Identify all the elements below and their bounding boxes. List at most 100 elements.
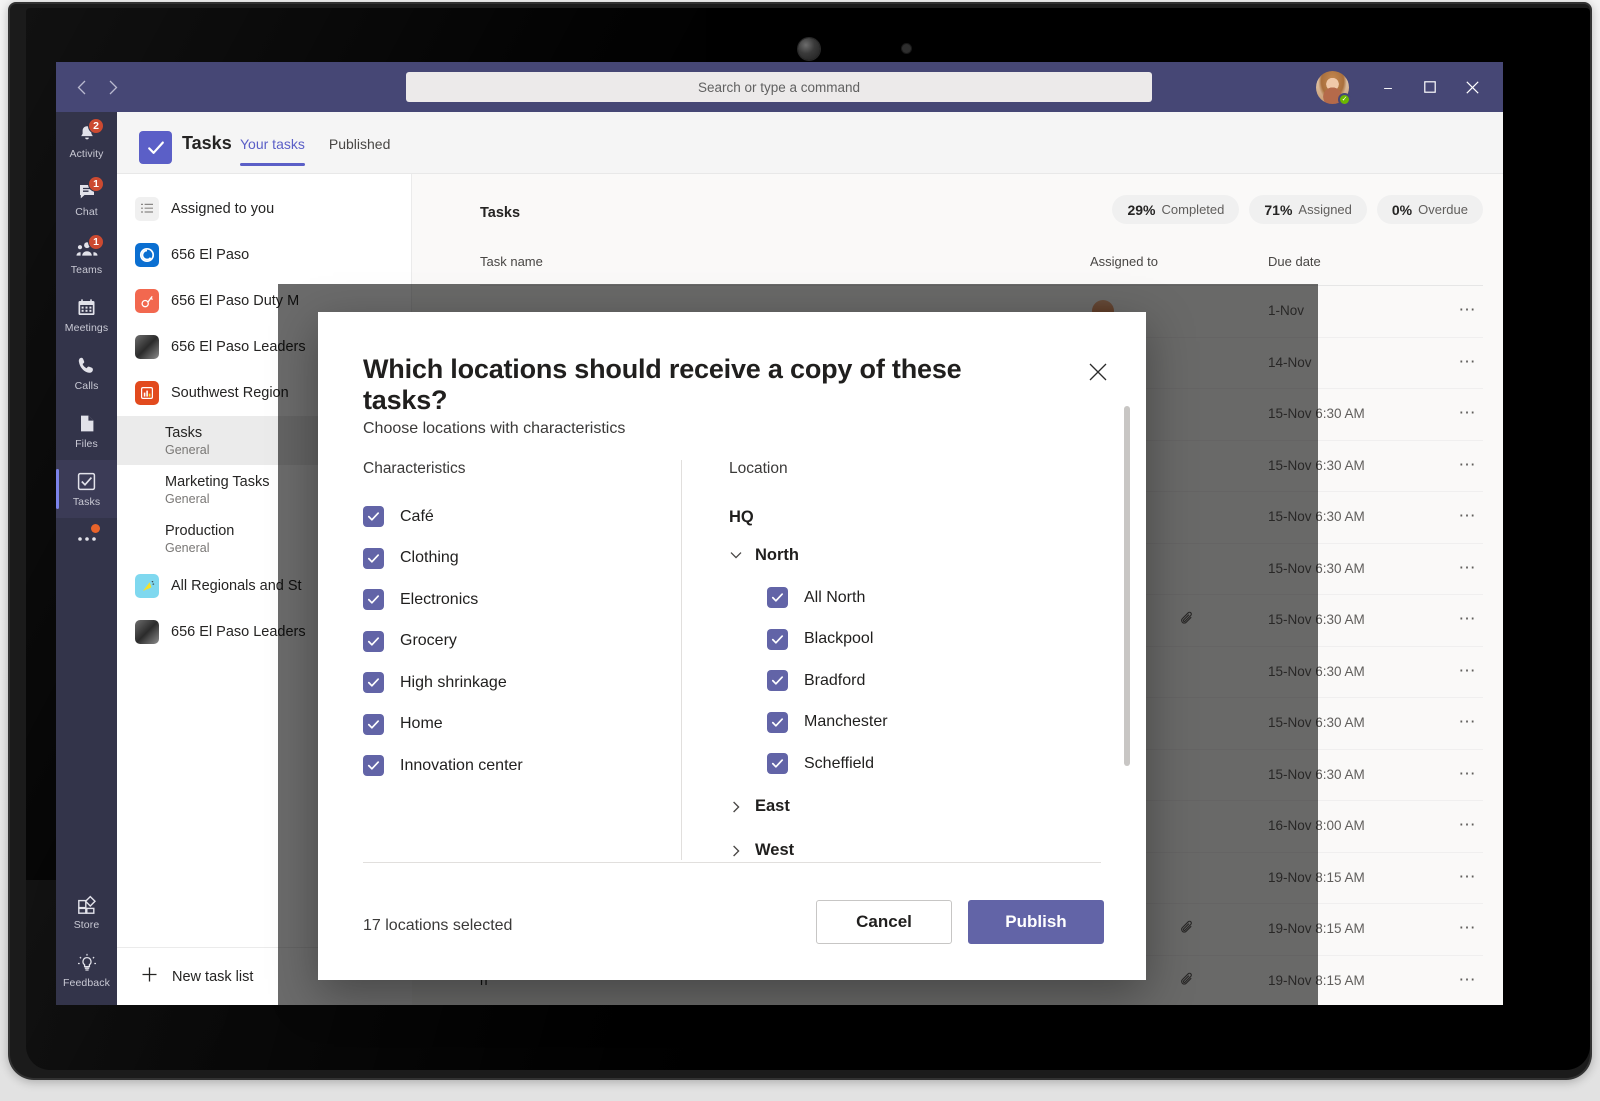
rail-item-feedback[interactable]: Feedback [56,941,117,999]
checkbox-checked-icon[interactable] [767,670,788,691]
location-label: All North [804,589,865,607]
rail-label-chat: Chat [75,206,98,218]
tab-published[interactable]: Published [329,136,391,166]
characteristic-option[interactable]: High shrinkage [363,662,639,704]
teams-badge: 1 [88,234,104,250]
tab-your-tasks[interactable]: Your tasks [240,136,305,166]
selected-count-label: 17 locations selected [363,917,512,935]
lightbulb-icon [76,952,98,974]
maximize-button[interactable] [1409,62,1451,112]
more-horizontal-icon[interactable]: ⋯ [1459,970,1478,990]
rail-label-store: Store [74,919,100,931]
location-option[interactable]: Manchester [729,702,1105,744]
more-horizontal-icon[interactable]: ⋯ [1459,661,1478,681]
more-horizontal-icon[interactable]: ⋯ [1459,764,1478,784]
rail-label-feedback: Feedback [63,977,110,989]
team-yellow-icon [135,574,159,598]
assigned-percent: 71% [1264,202,1292,218]
list-item-assigned-to-you[interactable]: Assigned to you [117,186,411,232]
more-horizontal-icon[interactable]: ⋯ [1459,403,1478,423]
app-tabs: Your tasks Published [240,136,390,166]
rail-item-chat[interactable]: 1 Chat [56,170,117,228]
location-group-east[interactable]: East [729,785,1105,829]
chevron-right-icon[interactable] [729,845,743,857]
checkbox-checked-icon[interactable] [767,629,788,650]
characteristic-label: Home [400,715,443,733]
close-icon[interactable] [1082,356,1114,388]
checkbox-checked-icon[interactable] [767,712,788,733]
rail-item-activity[interactable]: 2 Activity [56,112,117,170]
location-column: Location HQ NorthAll NorthBlackpoolBradf… [729,460,1105,873]
team-blue-icon [135,243,159,267]
dialog-scrollbar[interactable] [1124,406,1130,766]
checkbox-checked-icon[interactable] [767,587,788,608]
checkbox-checked-icon[interactable] [363,548,384,569]
characteristic-option[interactable]: Café [363,496,639,538]
column-header-task-name[interactable]: Task name [480,254,543,269]
avatar[interactable]: ✓ [1316,71,1349,104]
characteristic-label: Electronics [400,591,478,609]
assigned-list-icon [135,197,159,221]
checkbox-checked-icon[interactable] [363,672,384,693]
characteristic-option[interactable]: Innovation center [363,745,639,787]
status-badge-assigned[interactable]: 71% Assigned [1249,195,1367,224]
publish-button[interactable]: Publish [968,900,1104,944]
location-option[interactable]: All North [729,577,1105,619]
checkbox-checked-icon[interactable] [363,589,384,610]
list-item-label: Assigned to you [171,201,274,217]
tasks-check-icon [139,131,172,164]
rail-label-files: Files [75,438,98,450]
rail-item-teams[interactable]: 1 Teams [56,228,117,286]
more-horizontal-icon[interactable]: ⋯ [1459,867,1478,887]
rail-item-store[interactable]: Store [56,883,117,941]
search-input[interactable]: Search or type a command [406,72,1152,102]
phone-icon [76,355,98,377]
chevron-right-icon[interactable] [729,801,743,813]
cancel-button[interactable]: Cancel [816,900,952,944]
status-badge-overdue[interactable]: 0% Overdue [1377,195,1483,224]
back-icon[interactable] [66,72,96,102]
status-badge-completed[interactable]: 29% Completed [1112,195,1239,224]
location-group-north[interactable]: North [729,533,1105,577]
more-horizontal-icon[interactable]: ⋯ [1459,609,1478,629]
checkbox-checked-icon[interactable] [363,631,384,652]
more-horizontal-icon[interactable]: ⋯ [1459,506,1478,526]
location-group-west[interactable]: West [729,829,1105,873]
characteristic-option[interactable]: Grocery [363,621,639,663]
location-option[interactable]: Scheffield [729,743,1105,785]
more-horizontal-icon[interactable]: ⋯ [1459,918,1478,938]
column-header-due-date[interactable]: Due date [1268,254,1321,269]
chevron-down-icon[interactable] [729,551,743,560]
checkbox-checked-icon[interactable] [363,506,384,527]
checkbox-checked-icon[interactable] [363,755,384,776]
rail-item-meetings[interactable]: Meetings [56,286,117,344]
rail-item-tasks[interactable]: Tasks [56,460,117,518]
more-horizontal-icon[interactable]: ⋯ [1459,558,1478,578]
rail-item-calls[interactable]: Calls [56,344,117,402]
checkbox-checked-icon[interactable] [767,753,788,774]
characteristic-option[interactable]: Electronics [363,579,639,621]
more-notification-dot [91,524,100,533]
characteristic-option[interactable]: Home [363,704,639,746]
more-horizontal-icon[interactable]: ⋯ [1459,455,1478,475]
close-button[interactable] [1451,62,1493,112]
more-horizontal-icon[interactable]: ⋯ [1459,815,1478,835]
rail-item-more[interactable] [56,518,117,560]
rail-item-files[interactable]: Files [56,402,117,460]
more-horizontal-icon[interactable]: ⋯ [1459,300,1478,320]
checkbox-checked-icon[interactable] [363,714,384,735]
dialog-actions: Cancel Publish [816,900,1104,944]
team-orange-icon [135,381,159,405]
list-item-656-el-paso[interactable]: 656 El Paso [117,232,411,278]
dialog-columns: Characteristics CaféClothingElectronicsG… [363,460,1105,860]
forward-icon[interactable] [98,72,128,102]
camera-sensor-icon [902,44,911,53]
more-horizontal-icon[interactable]: ⋯ [1459,352,1478,372]
characteristic-option[interactable]: Clothing [363,538,639,580]
column-header-assigned-to[interactable]: Assigned to [1090,254,1158,269]
more-horizontal-icon[interactable]: ⋯ [1459,712,1478,732]
location-option[interactable]: Blackpool [729,619,1105,661]
minimize-button[interactable]: – [1367,62,1409,112]
file-icon [76,413,98,435]
location-option[interactable]: Bradford [729,660,1105,702]
